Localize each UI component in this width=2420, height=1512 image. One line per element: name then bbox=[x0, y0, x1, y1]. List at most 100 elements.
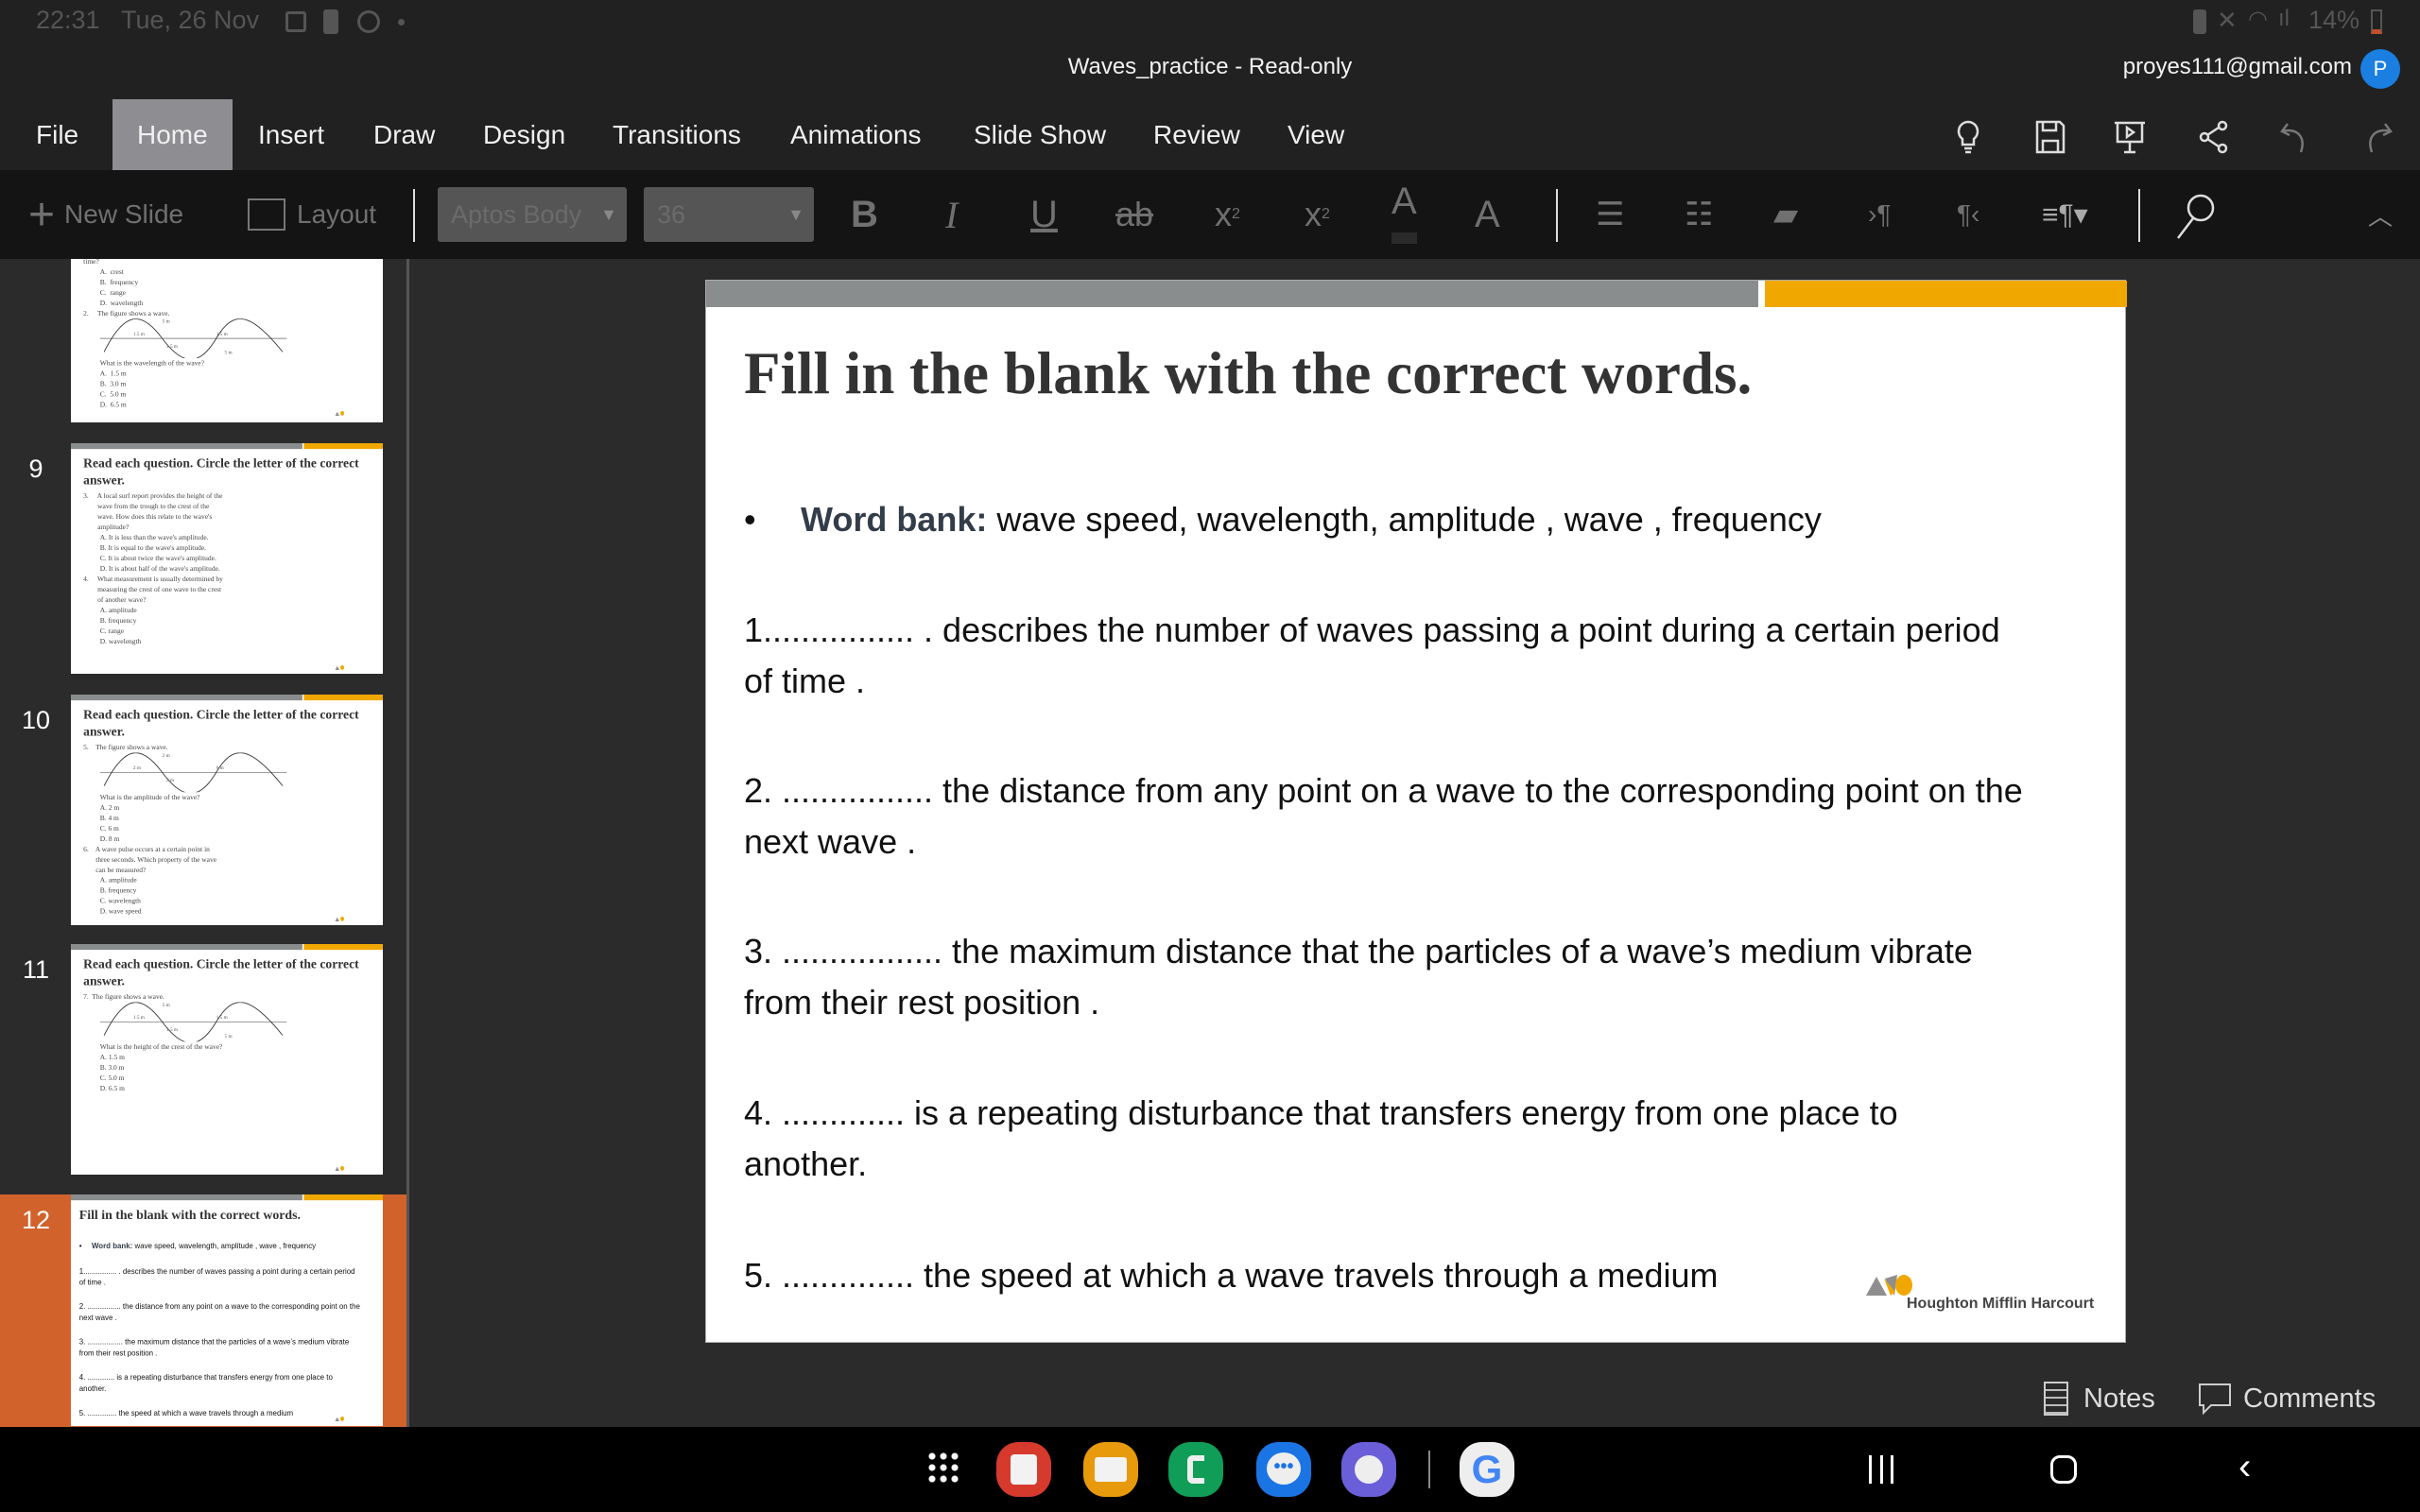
thumbnail-option: C. 6 m bbox=[99, 824, 119, 833]
redo-icon[interactable] bbox=[2359, 118, 2396, 156]
subscript-button[interactable]: x2 bbox=[1215, 170, 1240, 259]
notes-label: Notes bbox=[2083, 1383, 2155, 1414]
thumbnail-body: 3. A local surf report provides the heig… bbox=[83, 491, 373, 647]
tab-slide-show[interactable]: Slide Show bbox=[974, 99, 1106, 170]
thumbnail-question-line: from their rest position . bbox=[78, 1349, 158, 1358]
collapse-ribbon-icon[interactable]: ︿ bbox=[2368, 170, 2393, 259]
thumbnail-option: C. 5.0 m bbox=[99, 1074, 125, 1082]
word-bank-label: Word bank: bbox=[801, 500, 988, 539]
comments-icon bbox=[2199, 1383, 2231, 1416]
thumbnail-gray-bar bbox=[71, 695, 302, 701]
font-size-select[interactable]: 36 ▼ bbox=[644, 187, 814, 242]
slide-thumbnail[interactable]: time? A. crest B. frequency C. range D. wave… bbox=[71, 259, 383, 422]
wave-figure: 5 m 1.5 m 1.5 m 1.5 m 5 m bbox=[99, 318, 287, 360]
share-icon[interactable] bbox=[2195, 118, 2233, 156]
tab-design[interactable]: Design bbox=[483, 99, 565, 170]
ltr-paragraph-icon[interactable]: ›¶ bbox=[1868, 170, 1891, 259]
tab-view[interactable]: View bbox=[1288, 99, 1344, 170]
tab-insert[interactable]: Insert bbox=[258, 99, 324, 170]
wave-figure-label: 2 m bbox=[132, 765, 141, 771]
thumbnail-row[interactable]: time? A. crest B. frequency C. range D. wave… bbox=[0, 259, 406, 422]
paragraph-options-icon[interactable]: ≡¶▾ bbox=[2042, 170, 2088, 259]
bullets-icon[interactable]: ☰ bbox=[1596, 170, 1624, 259]
wave-figure: 5 m 1.5 m 1.5 m 1.5 m 5 m bbox=[99, 1002, 287, 1044]
battery-level: 14% bbox=[2308, 6, 2360, 34]
font-name-value: Aptos Body bbox=[451, 200, 582, 229]
thumbnail-question: 6. A wave pulse occurs at a certain poin… bbox=[83, 845, 217, 874]
slide-thumbnail[interactable]: Read each question. Circle the letter of… bbox=[71, 443, 383, 674]
tab-home[interactable]: Home bbox=[112, 99, 233, 170]
notes-app-icon[interactable] bbox=[996, 1442, 1051, 1497]
thumbnail-option: B. It is equal to the wave's amplitude. bbox=[99, 543, 207, 552]
save-icon[interactable] bbox=[2031, 118, 2069, 156]
lightbulb-icon[interactable] bbox=[1949, 118, 1987, 156]
layout-button[interactable]: Layout bbox=[248, 170, 376, 259]
bold-button[interactable]: B bbox=[851, 170, 878, 259]
avatar[interactable]: P bbox=[2360, 49, 2400, 89]
apps-grid-icon[interactable] bbox=[926, 1451, 960, 1485]
font-color-button[interactable]: A bbox=[1392, 170, 1417, 244]
wave-figure-label: 1.5 m bbox=[166, 1026, 179, 1033]
thumbnail-body: time? A. crest B. frequency C. range D. wave… bbox=[83, 259, 373, 410]
comments-button[interactable]: Comments bbox=[2198, 1375, 2376, 1422]
font-name-select[interactable]: Aptos Body ▼ bbox=[438, 187, 627, 242]
tab-transitions[interactable]: Transitions bbox=[613, 99, 741, 170]
messages-app-icon[interactable]: ••• bbox=[1256, 1442, 1311, 1497]
question-5-line-1: 5. .............. the speed at which a w… bbox=[744, 1256, 1719, 1295]
status-date: Tue, 26 Nov bbox=[121, 6, 260, 34]
word-bank: • Word bank: wave speed, wavelength, ampl… bbox=[744, 494, 1822, 545]
thumbnail-option: A. amplitude bbox=[99, 876, 137, 885]
thumbnail-option: C. It is about twice the wave's amplitud… bbox=[99, 554, 216, 562]
thumbnail-option: A. 2 m bbox=[99, 803, 120, 812]
question-3-line-1: 3. ................. the maximum distanc… bbox=[744, 932, 1973, 971]
thumbnail-question-line: 4. ............. is a repeating disturba… bbox=[78, 1372, 333, 1382]
thumbnail-option: C. range bbox=[99, 627, 125, 635]
numbering-icon[interactable]: ☷ bbox=[1685, 170, 1713, 259]
present-icon[interactable] bbox=[2111, 118, 2149, 156]
rtl-paragraph-icon[interactable]: ¶‹ bbox=[1957, 170, 1979, 259]
recent-apps-button[interactable] bbox=[1869, 1455, 1893, 1484]
wave-figure-label: 5 m bbox=[224, 350, 233, 355]
highlight-button[interactable]: A bbox=[1475, 170, 1500, 259]
slide-thumbnail[interactable]: Fill in the blank with the correct words… bbox=[71, 1194, 383, 1426]
strikethrough-button[interactable]: ab bbox=[1115, 170, 1153, 259]
back-button[interactable]: ‹ bbox=[2238, 1446, 2251, 1488]
slide-thumbnails-pane[interactable]: time? A. crest B. frequency C. range D. wave… bbox=[0, 259, 409, 1427]
paragraph-shading-icon[interactable]: ▰ bbox=[1773, 170, 1798, 259]
google-app-icon[interactable]: G bbox=[1460, 1442, 1514, 1497]
phone-app-icon[interactable] bbox=[1168, 1442, 1223, 1497]
thumbnail-row[interactable]: 11 Read each question. Circle the letter … bbox=[0, 944, 406, 1176]
home-button[interactable] bbox=[2050, 1455, 2077, 1484]
browser-app-icon[interactable] bbox=[1341, 1442, 1396, 1497]
tab-file[interactable]: File bbox=[36, 99, 78, 170]
current-slide[interactable]: Fill in the blank with the correct words… bbox=[705, 280, 2127, 1343]
thumbnail-row[interactable]: 10 Read each question. Circle the letter … bbox=[0, 695, 406, 926]
thumbnail-content: time? A. crest B. frequency C. range D. wave… bbox=[71, 259, 383, 422]
tab-review[interactable]: Review bbox=[1153, 99, 1240, 170]
status-time: 22:31 bbox=[36, 6, 100, 34]
question-1-line-2: of time . bbox=[744, 662, 866, 700]
new-slide-button[interactable]: + New Slide bbox=[28, 170, 183, 259]
thumbnail-row[interactable]: 12 Fill in the blank with the correct wor… bbox=[0, 1194, 406, 1427]
toolbar-divider bbox=[1556, 189, 1558, 242]
tab-draw[interactable]: Draw bbox=[373, 99, 435, 170]
search-icon[interactable] bbox=[2172, 191, 2220, 240]
slide-thumbnail[interactable]: Read each question. Circle the letter of… bbox=[71, 695, 383, 925]
undo-icon[interactable] bbox=[2276, 118, 2314, 156]
account-email[interactable]: proyes111@gmail.com bbox=[2123, 54, 2352, 80]
thumbnail-content: Fill in the blank with the correct words… bbox=[71, 1194, 383, 1426]
slide-thumbnail[interactable]: Read each question. Circle the letter of… bbox=[71, 944, 383, 1175]
wave-figure-label: 2 m bbox=[166, 777, 175, 783]
slide-number: 12 bbox=[21, 1206, 51, 1234]
notes-button[interactable]: Notes bbox=[2044, 1375, 2155, 1422]
slide-number: 10 bbox=[21, 706, 51, 734]
thumbnail-row[interactable]: 9 Read each question. Circle the letter o… bbox=[0, 443, 406, 675]
wave-figure-label: 2 m bbox=[162, 752, 170, 759]
new-slide-label: New Slide bbox=[64, 199, 184, 229]
underline-button[interactable]: U bbox=[1030, 170, 1058, 259]
superscript-button[interactable]: x2 bbox=[1305, 170, 1330, 259]
italic-button[interactable]: I bbox=[945, 170, 958, 259]
files-app-icon[interactable] bbox=[1083, 1442, 1138, 1497]
thumbnail-option: What is the amplitude of the wave? bbox=[99, 793, 200, 801]
tab-animations[interactable]: Animations bbox=[790, 99, 922, 170]
